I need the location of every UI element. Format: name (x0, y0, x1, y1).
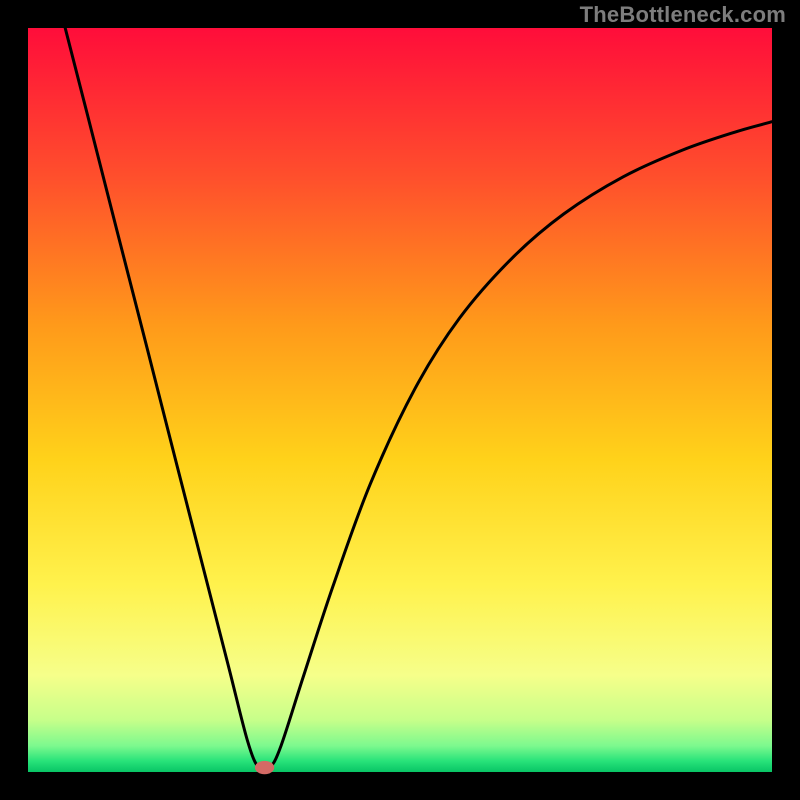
chart-frame: TheBottleneck.com (0, 0, 800, 800)
gradient-background (28, 28, 772, 772)
bottleneck-chart (0, 0, 800, 800)
watermark-text: TheBottleneck.com (580, 2, 786, 28)
min-marker (255, 761, 274, 774)
